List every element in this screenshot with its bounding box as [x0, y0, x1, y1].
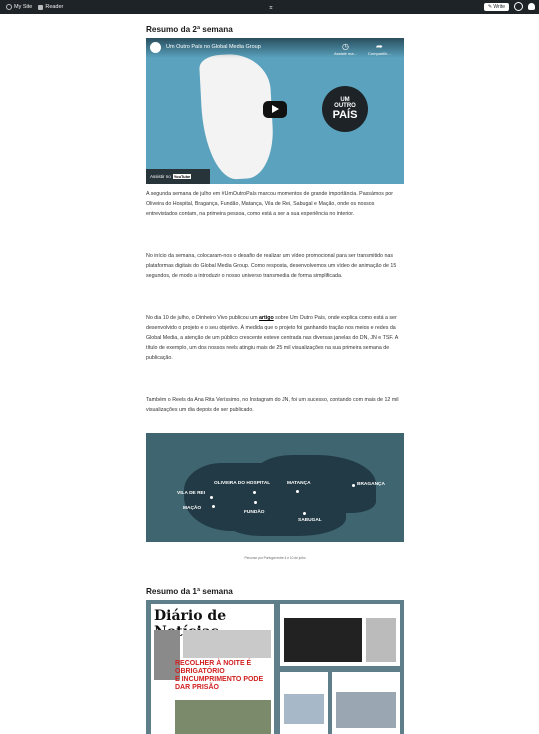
map-label: OLIVEIRA DO HOSPITAL [214, 481, 271, 486]
map-label: FUNDÃO [244, 510, 265, 515]
map-label: VILA DE REI [177, 491, 206, 496]
map-label: MATANÇA [287, 481, 311, 486]
write-button[interactable]: ✎ Write [483, 2, 509, 11]
map-label: SABUGAL [298, 518, 322, 523]
week1-collage-image: Diário de Notícias RECOLHER À NOITE É OB… [146, 600, 404, 734]
sidebar-thumbnails [366, 618, 396, 662]
channel-logo-icon[interactable] [150, 42, 161, 53]
paragraph-3-end: sobre Um Outro País, onde explica como e… [146, 315, 398, 361]
headline-line-2: E INCUMPRIMENTO PODE DAR PRISÃO [175, 676, 264, 691]
notifications-icon[interactable] [528, 3, 535, 10]
customize-icon[interactable]: ⌅ [268, 3, 274, 11]
map-label: MAÇÃO [183, 506, 202, 511]
share-label: Compartilh... [368, 51, 391, 56]
reader-label: Reader [45, 4, 64, 10]
newspaper-headline: RECOLHER À NOITE É OBRIGATÓRIO E INCUMPR… [175, 660, 271, 692]
watch-later-button[interactable]: ◷ Assistir ma... [334, 42, 357, 56]
paragraph-1: A segunda semana de julho em #UmOutroPaí… [146, 191, 394, 217]
map-pin-icon [210, 496, 213, 499]
watch-on-label: Assistir no [150, 174, 171, 179]
map-caption: Percurso por Portugal entre 4 e 10 de ju… [244, 556, 306, 560]
instagram-post-image [284, 694, 324, 724]
paragraph-4: Também o Reels da Ana Rita Veríssimo, no… [146, 397, 399, 413]
map-pin-icon [352, 484, 355, 487]
map-pin-icon [303, 512, 306, 515]
my-site-link[interactable]: My Site [6, 4, 32, 10]
play-button[interactable] [263, 101, 287, 118]
paragraph-2: No início da semana, colocaram-nos o des… [146, 253, 397, 279]
newspaper-photo [175, 700, 271, 734]
youtube-logo: YouTube [172, 174, 192, 179]
video-title[interactable]: Um Outro País no Global Media Group [166, 44, 261, 50]
share-icon: ➦ [375, 42, 383, 51]
admin-bar: My Site Reader ⌅ ✎ Write [0, 0, 539, 14]
tv-screenshot [280, 604, 400, 666]
reader-icon [38, 4, 44, 10]
newspaper-photo [183, 630, 271, 658]
paragraph-3: No dia 10 de julho, o Dinheiro Vivo publ… [146, 313, 404, 363]
watch-on-youtube-button[interactable]: Assistir no YouTube [146, 169, 210, 184]
watch-later-label: Assistir ma... [334, 51, 357, 56]
youtube-video-embed[interactable]: Um Outro País no Global Media Group ◷ As… [146, 38, 404, 184]
wordpress-icon [6, 4, 12, 10]
map-pin-icon [212, 505, 215, 508]
logo-line-3: PAÍS [332, 109, 358, 121]
instagram-screenshot [280, 672, 328, 734]
avatar[interactable] [514, 2, 523, 11]
my-site-label: My Site [14, 4, 33, 10]
map-pin-icon [253, 491, 256, 494]
website-screenshot [332, 672, 400, 734]
route-map-image: OLIVEIRA DO HOSPITAL MATANÇA BRAGANÇA VI… [146, 433, 404, 542]
reader-link[interactable]: Reader [38, 4, 63, 10]
website-image [336, 692, 396, 728]
map-label: BRAGANÇA [357, 482, 385, 487]
headline-line-1: RECOLHER À NOITE É OBRIGATÓRIO [175, 660, 252, 675]
write-label: Write [493, 3, 505, 10]
map-pin-icon [296, 490, 299, 493]
artigo-link[interactable]: artigo [259, 315, 274, 321]
week2-heading: Resumo da 2ª semana [146, 25, 233, 34]
video-frame [284, 618, 362, 662]
clock-icon: ◷ [341, 42, 349, 51]
paragraph-3-start: No dia 10 de julho, o Dinheiro Vivo publ… [146, 315, 259, 321]
newspaper-front-page: Diário de Notícias RECOLHER À NOITE É OB… [151, 604, 274, 734]
share-button[interactable]: ➦ Compartilh... [368, 42, 391, 56]
map-pin-icon [254, 501, 257, 504]
week1-heading: Resumo da 1ª semana [146, 587, 233, 596]
um-outro-pais-logo: UM OUTRO PAÍS [322, 86, 368, 132]
